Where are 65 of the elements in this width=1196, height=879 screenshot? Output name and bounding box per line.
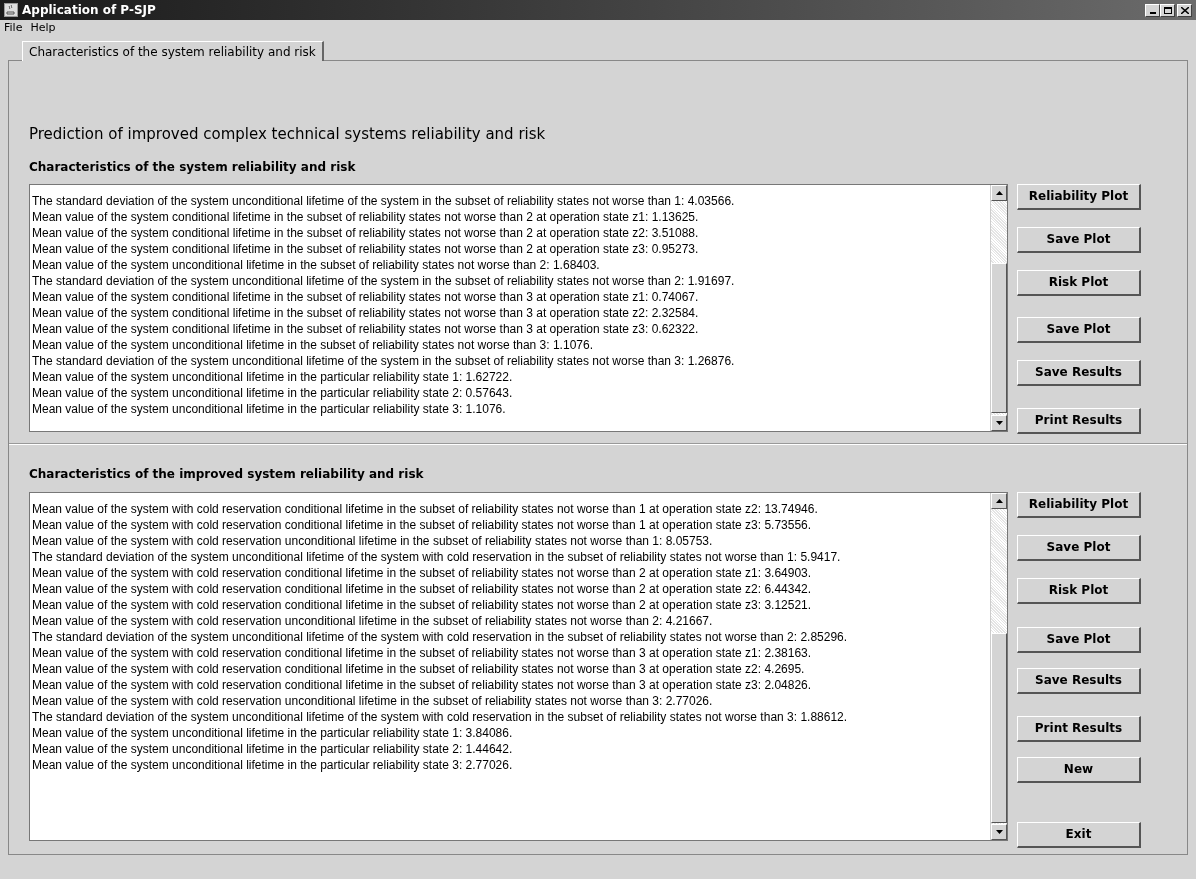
window-title: Application of P-SJP (22, 2, 156, 19)
result-line: Mean value of the system with cold reservation conditional lifetime in the subset of reliability states not worse than 3 at operation state z1: 2.38163. (32, 644, 813, 661)
results-text-area[interactable] (29, 491, 1008, 841)
up-arrow-icon (995, 498, 1003, 503)
action-button[interactable]: Save Plot (1017, 316, 1141, 343)
result-line: The standard deviation of the system unconditional lifetime of the system with cold reservation in the subset of reliability states not worse than 1: 5.9417. (32, 548, 842, 565)
cup-icon (4, 3, 18, 17)
action-button[interactable]: Print Results (1017, 715, 1141, 742)
menu-item[interactable]: File (4, 19, 23, 37)
result-line: Mean value of the system with cold reservation conditional lifetime in the subset of reliability states not worse than 2 at operation state z3: 3.12521. (32, 596, 813, 613)
result-line: Mean value of the system unconditional lifetime in the particular reliability state 1: 1.62722. (32, 368, 514, 385)
result-line: Mean value of the system with cold reservation unconditional lifetime in the subset of reliability states not worse than 3: 2.77026. (32, 692, 714, 709)
section-heading: Characteristics of the improved system reliability and risk (29, 465, 425, 483)
result-line: Mean value of the system unconditional lifetime in the particular reliability state 2: 1.44642. (32, 740, 514, 757)
scrollbar[interactable] (990, 492, 1007, 840)
result-line: Mean value of the system unconditional lifetime in the subset of reliability states not worse than 3: 1.1076. (32, 336, 594, 353)
result-line: Mean value of the system with cold reservation conditional lifetime in the subset of reliability states not worse than 1 at operation state z2: 13.74946. (32, 500, 819, 517)
results-text-area[interactable] (29, 183, 1008, 432)
action-button[interactable]: Risk Plot (1017, 269, 1141, 296)
action-button[interactable]: Save Plot (1017, 626, 1141, 653)
result-line: Mean value of the system with cold reservation conditional lifetime in the subset of reliability states not worse than 2 at operation state z2: 6.44342. (32, 580, 813, 597)
result-line: The standard deviation of the system unconditional lifetime of the system with cold reservation in the subset of reliability states not worse than 3: 1.88612. (32, 708, 849, 725)
result-line: Mean value of the system unconditional lifetime in the particular reliability state 1: 3.84086. (32, 724, 514, 741)
result-line: Mean value of the system conditional lifetime in the subset of reliability states not worse than 3 at operation state z3: 0.62322. (32, 320, 700, 337)
maximize-button[interactable] (1160, 3, 1175, 17)
tab[interactable]: Characteristics of the system reliability and risk (22, 41, 324, 61)
scrollbar[interactable] (990, 184, 1007, 431)
result-line: Mean value of the system unconditional lifetime in the particular reliability state 3: 2.77026. (32, 756, 514, 773)
action-button[interactable]: New (1017, 756, 1141, 783)
page-heading: Prediction of improved complex technical systems reliability and risk (29, 124, 547, 145)
close-icon (1180, 6, 1189, 14)
menu-item[interactable]: Help (30, 19, 56, 37)
action-button[interactable]: Save Plot (1017, 226, 1141, 253)
result-line: The standard deviation of the system unconditional lifetime of the system with cold reservation in the subset of reliability states not worse than 2: 2.85296. (32, 628, 849, 645)
result-line: Mean value of the system with cold reservation conditional lifetime in the subset of reliability states not worse than 1 at operation state z3: 5.73556. (32, 516, 813, 533)
up-arrow-icon (995, 190, 1003, 195)
action-button[interactable]: Exit (1017, 821, 1141, 848)
action-button[interactable]: Reliability Plot (1017, 183, 1141, 210)
down-arrow-icon (995, 829, 1003, 834)
action-button[interactable]: Save Results (1017, 359, 1141, 386)
result-line: The standard deviation of the system unconditional lifetime of the system in the subset of reliability states not worse than 3: 1.26876. (32, 352, 736, 369)
action-button[interactable]: Print Results (1017, 407, 1141, 434)
action-button[interactable]: Reliability Plot (1017, 491, 1141, 518)
down-arrow-icon (995, 420, 1003, 425)
action-button[interactable]: Save Plot (1017, 534, 1141, 561)
result-line: Mean value of the system with cold reservation conditional lifetime in the subset of reliability states not worse than 3 at operation state z3: 2.04826. (32, 676, 813, 693)
result-line: Mean value of the system with cold reservation conditional lifetime in the subset of reliability states not worse than 2 at operation state z1: 3.64903. (32, 564, 813, 581)
minimize-button[interactable] (1145, 3, 1160, 17)
result-line: Mean value of the system with cold reservation unconditional lifetime in the subset of reliability states not worse than 1: 8.05753. (32, 532, 714, 549)
result-line: Mean value of the system unconditional lifetime in the subset of reliability states not worse than 2: 1.68403. (32, 256, 601, 273)
result-line: Mean value of the system conditional lifetime in the subset of reliability states not worse than 3 at operation state z2: 2.32584. (32, 304, 700, 321)
result-line: The standard deviation of the system unconditional lifetime of the system in the subset of reliability states not worse than 2: 1.91697. (32, 272, 736, 289)
result-line: Mean value of the system unconditional lifetime in the particular reliability state 3: 1.1076. (32, 400, 507, 417)
result-line: Mean value of the system conditional lifetime in the subset of reliability states not worse than 3 at operation state z1: 0.74067. (32, 288, 700, 305)
result-line: Mean value of the system with cold reservation conditional lifetime in the subset of reliability states not worse than 3 at operation state z2: 4.2695. (32, 660, 806, 677)
result-line: The standard deviation of the system unconditional lifetime of the system in the subset of reliability states not worse than 1: 4.03566. (32, 192, 736, 209)
result-line: Mean value of the system with cold reservation unconditional lifetime in the subset of reliability states not worse than 2: 4.21667. (32, 612, 714, 629)
section-heading: Characteristics of the system reliability and risk (29, 158, 357, 176)
action-button[interactable]: Risk Plot (1017, 577, 1141, 604)
action-button[interactable]: Save Results (1017, 667, 1141, 694)
result-line: Mean value of the system conditional lifetime in the subset of reliability states not worse than 2 at operation state z3: 0.95273. (32, 240, 700, 257)
result-line: Mean value of the system conditional lifetime in the subset of reliability states not worse than 2 at operation state z2: 3.51088. (32, 224, 700, 241)
result-line: Mean value of the system conditional lifetime in the subset of reliability states not worse than 2 at operation state z1: 1.13625. (32, 208, 700, 225)
result-line: Mean value of the system unconditional lifetime in the particular reliability state 2: 0.57643. (32, 384, 514, 401)
close-button[interactable] (1177, 3, 1192, 17)
